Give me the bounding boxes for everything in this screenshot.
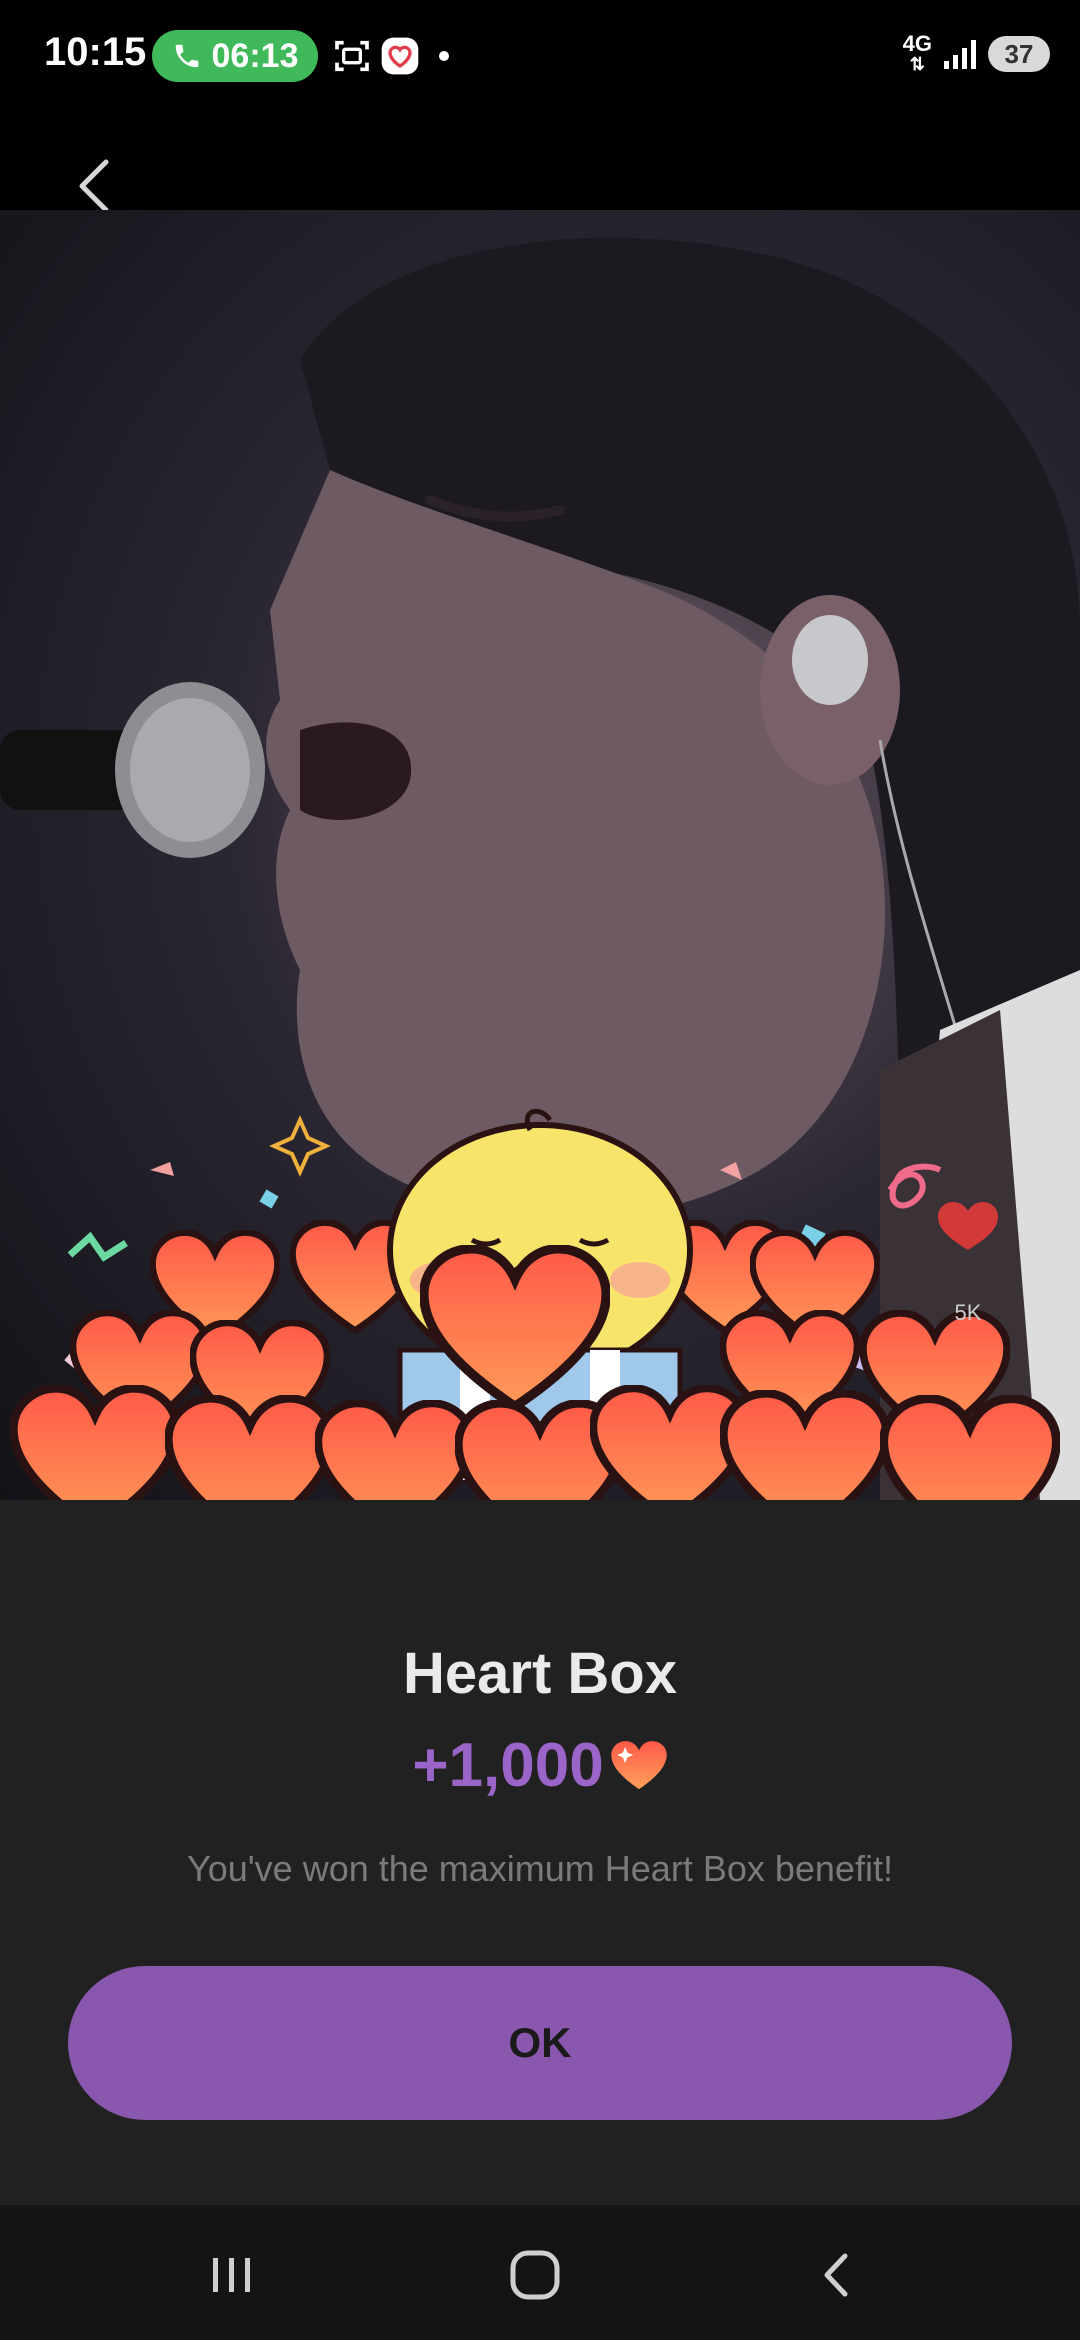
- nav-back-icon: [824, 2253, 848, 2297]
- ok-button[interactable]: OK: [68, 1966, 1012, 2120]
- status-time: 10:15: [44, 30, 147, 74]
- nav-back-button[interactable]: [798, 2235, 878, 2315]
- heart-app-icon: [381, 37, 419, 75]
- reward-amount-row: +1,000: [0, 1730, 1080, 1801]
- heart-icon: [610, 1740, 667, 1789]
- network-type: 4G ⇅: [902, 31, 932, 75]
- notification-dot-icon: [439, 51, 449, 61]
- heart-box-dialog: Heart Box +1,000 You've won the maximum …: [0, 1500, 1080, 2205]
- top-bar: [0, 116, 1080, 213]
- status-bar: 10:15 06:13 4G ⇅ 37: [0, 0, 1080, 116]
- call-timer: 06:13: [211, 36, 299, 75]
- home-icon: [510, 2250, 560, 2300]
- screenshot-icon: [335, 40, 369, 72]
- like-count: 5K: [955, 1300, 982, 1325]
- home-button[interactable]: [495, 2235, 575, 2315]
- dialog-title: Heart Box: [403, 1641, 677, 1706]
- battery-indicator: 37: [988, 36, 1050, 72]
- back-arrow-icon[interactable]: [66, 156, 126, 216]
- call-timer-pill[interactable]: 06:13: [152, 30, 318, 82]
- phone-icon: [175, 44, 198, 68]
- recent-apps-button[interactable]: [192, 2235, 272, 2315]
- signal-icon: [944, 40, 976, 69]
- status-right: 4G ⇅ 37: [902, 31, 1050, 75]
- recent-apps-icon: [213, 2258, 250, 2292]
- reward-amount: +1,000: [412, 1731, 604, 1800]
- navigation-bar: [0, 2205, 1080, 2340]
- dialog-message: You've won the maximum Heart Box benefit…: [187, 1848, 893, 1889]
